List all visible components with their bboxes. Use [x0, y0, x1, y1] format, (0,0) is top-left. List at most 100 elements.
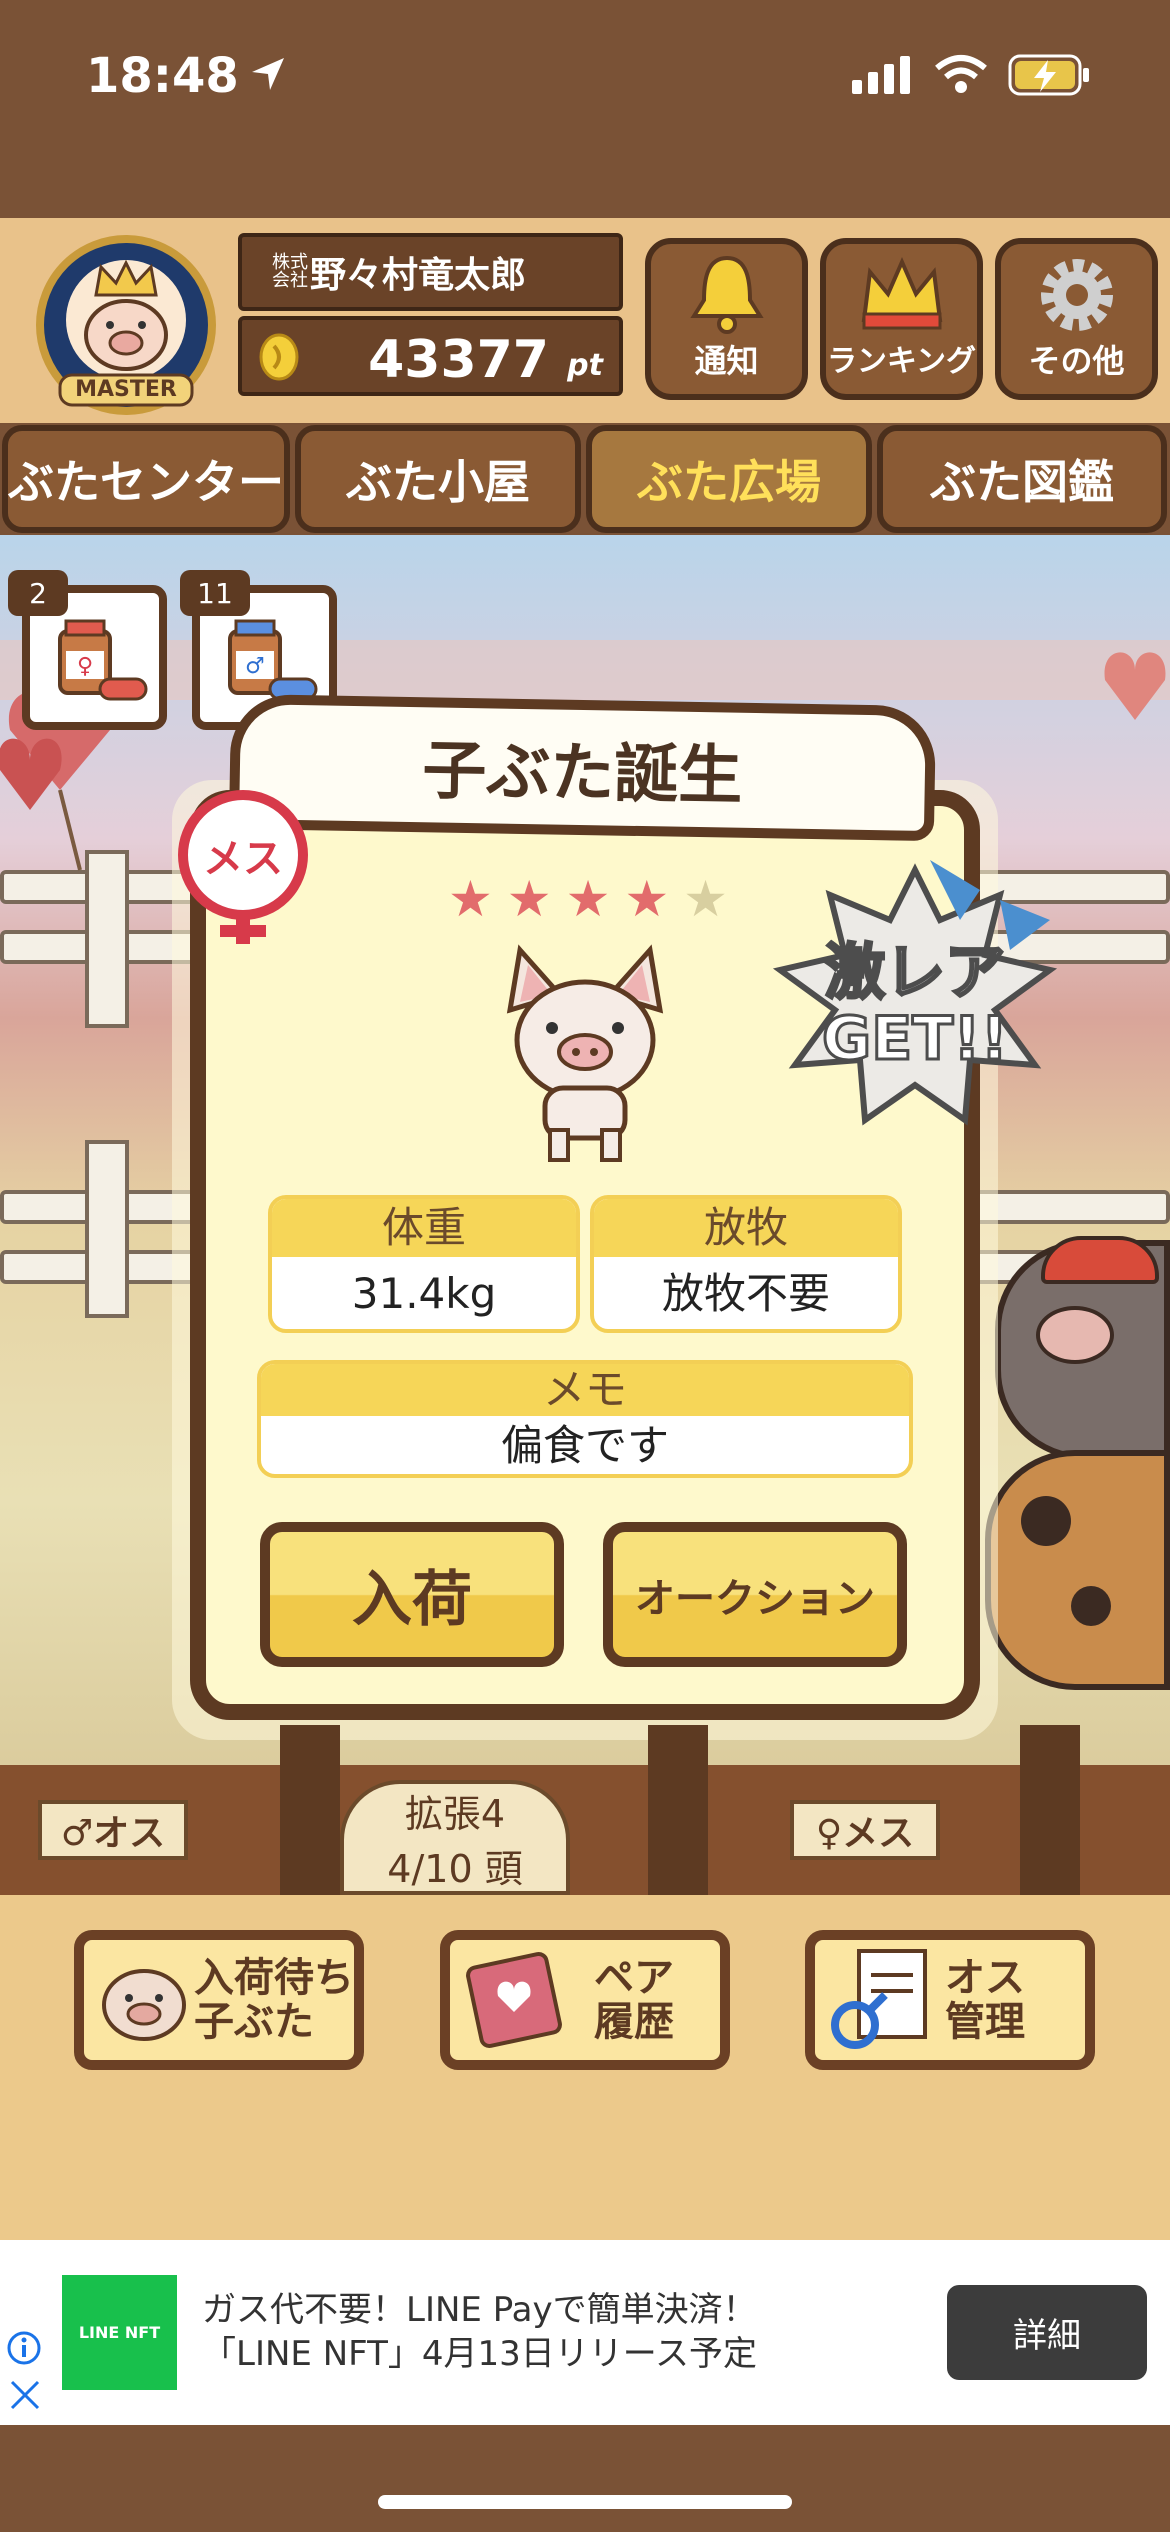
- male-label-line2: 管理: [945, 1999, 1025, 2045]
- rare-label-line2: GET!!: [821, 1004, 1010, 1074]
- ad-detail-button[interactable]: 詳細: [947, 2285, 1147, 2380]
- bell-icon: [689, 255, 764, 334]
- fence-post: [280, 1725, 340, 1895]
- settings-label: その他: [1028, 342, 1125, 380]
- fence-post: [85, 1140, 129, 1318]
- master-badge[interactable]: MASTER: [26, 225, 226, 415]
- male-management-button[interactable]: オス 管理: [805, 1930, 1095, 2070]
- pair-label-line1: ペア: [594, 1955, 674, 2001]
- rarity-stars: ★ ★ ★ ★ ★: [448, 870, 728, 930]
- star-empty-icon: ★: [683, 870, 728, 928]
- star-filled-icon: ★: [506, 870, 552, 928]
- player-name: 野々村竜太郎: [310, 255, 527, 296]
- female-medicine-count: 2: [8, 570, 68, 616]
- heart-book-icon: [466, 1952, 562, 2048]
- dialog-title: 子ぶた誕生: [228, 693, 937, 842]
- crown-icon: [861, 257, 942, 330]
- heart-tree: [1104, 652, 1166, 720]
- tab-label: ぶた広場: [637, 455, 821, 509]
- notification-label: 通知: [694, 342, 759, 380]
- dialog-title-text: 子ぶた誕生: [421, 733, 744, 814]
- ad-text: ガス代不要！LINE Payで簡単決済！ 「LINE NFT」4月13日リリース…: [202, 2288, 757, 2376]
- female-area-sign: ♀メス: [790, 1800, 940, 1860]
- rare-label: 激レア GET!!: [790, 938, 1040, 1074]
- male-area-sign: ♂オス: [38, 1800, 188, 1860]
- star-filled-icon: ★: [624, 870, 670, 928]
- rare-label-line1: 激レア: [824, 938, 1007, 1008]
- grazing-box: 放牧 放牧不要: [590, 1195, 902, 1333]
- home-indicator[interactable]: [378, 2495, 792, 2509]
- weight-label: 体重: [272, 1199, 576, 1257]
- black-pig-with-cap[interactable]: [995, 1236, 1170, 1460]
- ad-banner[interactable]: LINE NFT ガス代不要！LINE Payで簡単決済！ 「LINE NFT」…: [0, 2240, 1170, 2425]
- expansion-label: 拡張4: [404, 1791, 506, 1836]
- receive-button[interactable]: 入荷: [260, 1522, 564, 1667]
- bottom-background: [0, 2425, 1170, 2532]
- fence-post: [1020, 1725, 1080, 1895]
- signal-icon: [852, 56, 910, 94]
- capacity-label: 4/10 頭: [387, 1846, 523, 1891]
- tab-buta-hiroba[interactable]: ぶた広場: [586, 425, 872, 533]
- grazing-label: 放牧: [594, 1199, 898, 1257]
- grazing-value: 放牧不要: [661, 1269, 830, 1318]
- close-icon[interactable]: [8, 2378, 42, 2412]
- tab-buta-center[interactable]: ぶたセンター: [2, 425, 290, 533]
- company-prefix: 株式会社: [272, 252, 308, 291]
- ad-line1: ガス代不要！LINE Payで簡単決済！: [202, 2290, 757, 2330]
- pill-bottle-female-icon: ♀: [58, 619, 148, 701]
- red-cap: [1041, 1236, 1159, 1284]
- coin-icon: [259, 333, 299, 381]
- tab-label: ぶた小屋: [346, 455, 530, 509]
- female-sign-label: ♀メス: [815, 1813, 915, 1854]
- player-name-plate: 株式会社 野々村竜太郎: [238, 233, 623, 311]
- ad-line2: 「LINE NFT」4月13日リリース予定: [202, 2334, 758, 2374]
- waiting-piglets-button[interactable]: 入荷待ち 子ぶた: [74, 1930, 364, 2070]
- tab-buta-koya[interactable]: ぶた小屋: [295, 425, 581, 533]
- piglet-image: [506, 944, 664, 1162]
- memo-label: メモ: [261, 1364, 909, 1416]
- star-filled-icon: ★: [565, 870, 611, 928]
- pig-snout: [1036, 1306, 1114, 1364]
- tab-buta-zukan[interactable]: ぶた図鑑: [877, 425, 1167, 533]
- male-sign-label: ♂オス: [60, 1813, 166, 1854]
- badge-label: MASTER: [75, 377, 177, 402]
- male-medicine-count: 11: [180, 570, 250, 616]
- clock: 18:48: [86, 48, 239, 104]
- gear-icon: [1040, 259, 1113, 331]
- ranking-button[interactable]: ランキング: [820, 238, 983, 400]
- fence-post: [648, 1725, 708, 1895]
- location-icon: [252, 58, 284, 90]
- expansion-sign[interactable]: 拡張4 4/10 頭: [340, 1780, 570, 1895]
- points-unit: pt: [567, 348, 603, 383]
- male-document-icon: [831, 1949, 927, 2049]
- star-filled-icon: ★: [448, 870, 493, 928]
- female-symbol-bar: [220, 925, 266, 937]
- weight-box: 体重 31.4kg: [268, 1195, 580, 1333]
- info-icon[interactable]: [6, 2330, 42, 2366]
- hills: [0, 640, 1170, 700]
- gender-label: メス: [203, 836, 283, 882]
- receive-button-label: 入荷: [352, 1565, 472, 1635]
- pair-label-line2: 履歴: [594, 1999, 674, 2045]
- female-gender-badge: メス: [178, 790, 308, 920]
- ad-logo: LINE NFT: [62, 2275, 177, 2390]
- pair-history-button[interactable]: ペア 履歴: [440, 1930, 730, 2070]
- ranking-label: ランキング: [826, 344, 977, 379]
- status-bar: 18:48: [0, 0, 1170, 140]
- male-label-line1: オス: [945, 1955, 1025, 2001]
- weight-value: 31.4kg: [351, 1269, 497, 1318]
- wifi-icon: [935, 55, 987, 93]
- notification-button[interactable]: 通知: [645, 238, 808, 400]
- auction-button-label: オークション: [635, 1575, 875, 1622]
- tab-label: ぶたセンター: [8, 455, 284, 509]
- spotted-pig[interactable]: [985, 1450, 1170, 1690]
- waiting-label-line2: 子ぶた: [194, 1999, 314, 2045]
- piglet-face-icon: [102, 1969, 186, 2041]
- tab-label: ぶた図鑑: [930, 455, 1114, 509]
- svg-text:♂: ♂: [245, 654, 265, 679]
- battery-charging-icon: [1008, 54, 1089, 96]
- auction-button[interactable]: オークション: [603, 1522, 907, 1667]
- memo-value: 偏食です: [500, 1421, 669, 1470]
- settings-button[interactable]: その他: [995, 238, 1158, 400]
- waiting-label-line1: 入荷待ち: [194, 1955, 354, 2001]
